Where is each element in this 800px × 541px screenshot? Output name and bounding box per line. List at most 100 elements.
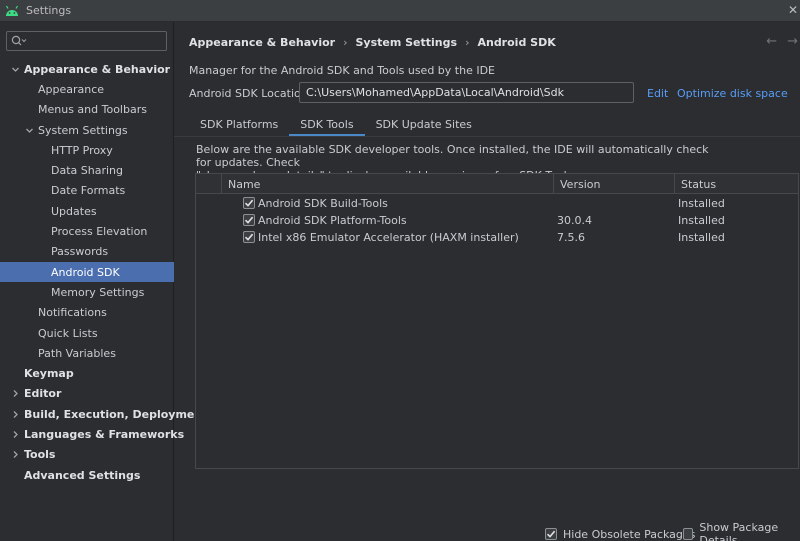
chevron-right-icon[interactable]	[10, 409, 20, 419]
sidebar-item[interactable]: Tools	[0, 445, 174, 465]
chevron-right-icon[interactable]	[10, 429, 20, 439]
row-name: Android SDK Build-Tools	[258, 197, 388, 210]
close-icon[interactable]: ✕	[788, 3, 798, 17]
sidebar-item-label: Menus and Toolbars	[38, 103, 147, 117]
sidebar-item[interactable]: Languages & Frameworks	[0, 424, 184, 444]
tab-sdk-update-sites[interactable]: SDK Update Sites	[365, 112, 483, 136]
breadcrumb: Appearance & Behavior › System Settings …	[189, 34, 556, 50]
search-icon	[11, 35, 27, 46]
column-header-version[interactable]: Version	[554, 174, 675, 194]
hide-obsolete-label: Hide Obsolete Packages	[563, 527, 696, 541]
hide-obsolete-checkbox[interactable]	[545, 528, 557, 540]
sidebar-item-label: Path Variables	[38, 346, 116, 360]
sidebar-item-label: Memory Settings	[51, 285, 145, 299]
table-row[interactable]: Android SDK Build-Tools Installed	[196, 195, 798, 212]
sidebar-item-label: Languages & Frameworks	[24, 427, 185, 441]
sidebar-item[interactable]: Build, Execution, Deployment	[0, 404, 207, 424]
chevron-right-icon: ›	[465, 35, 470, 49]
sdk-location-value: C:\Users\Mohamed\AppData\Local\Android\S…	[306, 86, 564, 99]
show-details-label: Show Package Details	[699, 521, 779, 541]
tab-divider	[174, 136, 800, 137]
tab-sdk-platforms[interactable]: SDK Platforms	[189, 112, 289, 136]
sidebar-item-label: Build, Execution, Deployment	[24, 407, 208, 421]
sidebar-item-label: Appearance & Behavior	[24, 62, 171, 76]
chevron-right-icon[interactable]	[10, 389, 20, 399]
sidebar-item[interactable]: Quick Lists	[0, 323, 174, 343]
search-input[interactable]	[6, 31, 167, 51]
row-status: Installed	[678, 197, 725, 210]
sidebar-item-label: Keymap	[24, 367, 74, 381]
row-checkbox[interactable]	[243, 231, 255, 243]
row-name: Android SDK Platform-Tools	[258, 214, 407, 227]
forward-arrow-icon[interactable]: →	[787, 34, 798, 49]
sidebar-item[interactable]: Updates	[0, 201, 174, 221]
row-checkbox[interactable]	[243, 214, 255, 226]
sidebar-item-label: Process Elevation	[51, 225, 148, 239]
optimize-disk-space-link[interactable]: Optimize disk space	[677, 87, 788, 100]
sidebar-item[interactable]: Date Formats	[0, 181, 174, 201]
hide-obsolete-packages-option[interactable]: Hide Obsolete Packages	[545, 527, 695, 541]
sidebar-item-label: Data Sharing	[51, 164, 123, 178]
breadcrumb-item[interactable]: System Settings	[355, 36, 457, 49]
sidebar-item[interactable]: Passwords	[0, 242, 174, 262]
column-header-name[interactable]: Name	[222, 174, 554, 194]
sidebar-item-label: Quick Lists	[38, 326, 98, 340]
sidebar-item[interactable]: Memory Settings	[0, 282, 174, 302]
sidebar-item[interactable]: Android SDK	[0, 261, 174, 283]
sidebar-item-label: Date Formats	[51, 184, 126, 198]
column-header-status[interactable]: Status	[675, 174, 798, 194]
sidebar-item[interactable]: Process Elevation	[0, 221, 174, 241]
chevron-down-icon[interactable]	[24, 125, 34, 135]
show-package-details-option[interactable]: Show Package Details	[683, 521, 800, 541]
table-row[interactable]: Intel x86 Emulator Accelerator (HAXM ins…	[196, 229, 798, 246]
row-status: Installed	[678, 214, 725, 227]
sidebar-item-label: Notifications	[38, 306, 107, 320]
row-version: 7.5.6	[557, 231, 585, 244]
row-status: Installed	[678, 231, 725, 244]
chevron-right-icon[interactable]	[10, 450, 20, 460]
row-checkbox[interactable]	[243, 197, 255, 209]
chevron-down-icon[interactable]	[10, 64, 20, 74]
breadcrumb-item[interactable]: Appearance & Behavior	[189, 36, 335, 49]
sidebar-item[interactable]: Advanced Settings	[0, 465, 174, 485]
sidebar-item-label: Passwords	[51, 245, 109, 259]
sidebar-item[interactable]: Menus and Toolbars	[0, 100, 174, 120]
table-body: Android SDK Build-Tools Installed Android …	[196, 194, 798, 246]
sdk-tools-table: Name Version Status Android SDK Build-To…	[195, 173, 799, 469]
chevron-right-icon: ›	[343, 35, 348, 49]
android-logo-icon	[5, 5, 19, 16]
tab-sdk-tools[interactable]: SDK Tools	[289, 112, 365, 137]
history-nav: ← →	[766, 34, 798, 49]
sidebar-item-label: Appearance	[38, 82, 105, 96]
sidebar-item[interactable]: Data Sharing	[0, 160, 174, 180]
table-header: Name Version Status	[196, 174, 798, 194]
sidebar-item-label: Updates	[51, 204, 97, 218]
window-title: Settings	[26, 4, 72, 17]
sidebar-item[interactable]: Notifications	[0, 303, 174, 323]
sidebar-item-label: System Settings	[38, 123, 128, 137]
edit-link[interactable]: Edit	[647, 87, 668, 100]
info-line: Below are the available SDK developer to…	[196, 143, 709, 169]
settings-tree: Appearance & Behavior Appearance Menus and…	[0, 59, 207, 485]
row-version: 30.0.4	[557, 214, 592, 227]
sidebar-item[interactable]: Appearance & Behavior	[0, 59, 174, 79]
sidebar-item[interactable]: Path Variables	[0, 343, 174, 363]
sidebar-item[interactable]: Editor	[0, 384, 174, 404]
page-description: Manager for the Android SDK and Tools us…	[189, 64, 496, 77]
sidebar-item-label: Advanced Settings	[24, 468, 141, 482]
breadcrumb-item: Android SDK	[477, 35, 556, 49]
sidebar-item[interactable]: Keymap	[0, 363, 174, 383]
row-name: Intel x86 Emulator Accelerator (HAXM ins…	[258, 231, 519, 244]
sdk-tabs: SDK Platforms SDK Tools SDK Update Sites	[189, 112, 483, 137]
sidebar-item[interactable]: Appearance	[0, 79, 174, 99]
table-row[interactable]: Android SDK Platform-Tools 30.0.4 Installe…	[196, 212, 798, 229]
settings-sidebar: Appearance & Behavior Appearance Menus and…	[0, 22, 207, 541]
sidebar-item[interactable]: System Settings	[0, 120, 174, 140]
sidebar-item-label: Editor	[24, 387, 62, 401]
show-details-checkbox[interactable]	[683, 528, 694, 540]
expander-column-header	[196, 174, 222, 194]
sidebar-item[interactable]: HTTP Proxy	[0, 140, 174, 160]
back-arrow-icon[interactable]: ←	[766, 34, 777, 49]
sdk-location-field[interactable]: C:\Users\Mohamed\AppData\Local\Android\S…	[299, 82, 634, 103]
sidebar-item-label: Android SDK	[51, 265, 120, 279]
